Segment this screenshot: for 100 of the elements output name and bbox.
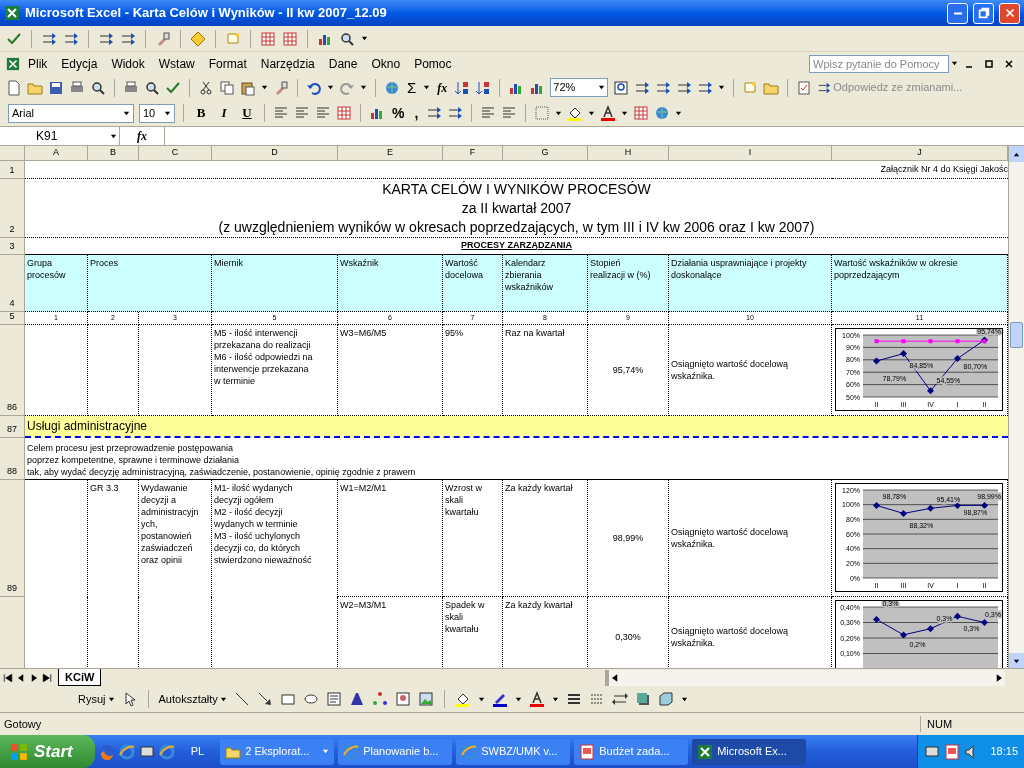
- row-header[interactable]: 1: [0, 161, 25, 179]
- close-icon[interactable]: [1003, 57, 1015, 70]
- grid-icon[interactable]: [260, 30, 276, 47]
- comma-button[interactable]: ,: [411, 102, 422, 124]
- oval-icon[interactable]: [302, 691, 319, 707]
- caret-icon[interactable]: [164, 109, 171, 117]
- row-header[interactable]: 4: [0, 255, 25, 312]
- font-field[interactable]: Arial: [8, 103, 134, 123]
- taskbar-button[interactable]: Planowanie b...: [338, 738, 453, 765]
- arrows-icon[interactable]: [98, 30, 114, 47]
- menu-item[interactable]: Narzędzia: [254, 54, 321, 73]
- caret-icon[interactable]: [598, 84, 606, 91]
- caret-icon[interactable]: [675, 109, 683, 117]
- row-header[interactable]: 87: [0, 416, 25, 438]
- close-button[interactable]: [999, 2, 1020, 24]
- grid-icon[interactable]: [282, 30, 298, 47]
- save-icon[interactable]: [48, 79, 64, 96]
- shadow-icon[interactable]: [634, 691, 651, 707]
- font-color-icon[interactable]: [600, 105, 617, 121]
- cut-icon[interactable]: [198, 79, 214, 96]
- menu-item[interactable]: Wstaw: [152, 54, 201, 73]
- fill-color-icon[interactable]: [567, 105, 584, 121]
- caret-icon[interactable]: [551, 695, 559, 703]
- indent-icon[interactable]: [501, 105, 518, 121]
- minimize-button[interactable]: [947, 2, 968, 24]
- menu-item[interactable]: Widok: [105, 54, 151, 73]
- row-header[interactable]: 89: [0, 480, 25, 597]
- arrow-icon[interactable]: [256, 691, 273, 707]
- sheet-tab[interactable]: KCiW: [58, 669, 102, 686]
- arrows-icon[interactable]: [63, 30, 79, 47]
- align-center-icon[interactable]: [294, 105, 310, 121]
- sort-icon[interactable]: [475, 79, 492, 96]
- caret-icon[interactable]: [110, 132, 117, 140]
- taskbar-button[interactable]: Microsoft Ex...: [692, 738, 807, 765]
- menu-item[interactable]: Dane: [322, 54, 364, 73]
- caret-icon[interactable]: [680, 695, 688, 703]
- italic-button[interactable]: I: [215, 103, 233, 123]
- taskbar-button[interactable]: Budżet zada...: [574, 738, 689, 765]
- arrows-icon[interactable]: [634, 79, 651, 96]
- column-header[interactable]: A: [25, 146, 88, 161]
- align-right-icon[interactable]: [315, 105, 331, 121]
- taskbar-button[interactable]: SWBZ/UMK v...: [456, 738, 571, 765]
- scroll-up-icon[interactable]: [1013, 150, 1020, 158]
- line-style-icon[interactable]: [565, 691, 582, 707]
- menu-item[interactable]: Pomoc: [408, 54, 458, 73]
- arrows-icon[interactable]: [120, 30, 136, 47]
- magnifier-icon[interactable]: [339, 30, 355, 47]
- caret-icon[interactable]: [477, 695, 485, 703]
- caret-icon[interactable]: [951, 60, 958, 67]
- clip-art-icon[interactable]: [394, 691, 411, 707]
- column-header[interactable]: B: [88, 146, 139, 161]
- caret-icon[interactable]: [261, 84, 268, 91]
- font-size-field[interactable]: 10: [139, 103, 175, 123]
- text-box-icon[interactable]: [325, 691, 342, 707]
- paste-icon[interactable]: [240, 79, 256, 96]
- caret-icon[interactable]: [423, 84, 431, 91]
- diagram-icon[interactable]: [371, 691, 388, 707]
- row-header[interactable]: 5: [0, 312, 25, 325]
- row-header[interactable]: 88: [0, 438, 25, 480]
- menu-item[interactable]: Edycja: [55, 54, 104, 73]
- globe-icon[interactable]: [384, 79, 400, 96]
- caret-icon[interactable]: [621, 109, 629, 117]
- image-icon[interactable]: [417, 691, 434, 707]
- column-header[interactable]: C: [139, 146, 212, 161]
- new-document-icon[interactable]: [6, 79, 22, 96]
- caret-icon[interactable]: [360, 84, 367, 91]
- rectangle-icon[interactable]: [279, 691, 296, 707]
- font-color-icon[interactable]: [528, 691, 545, 707]
- menu-item[interactable]: Format: [202, 54, 253, 73]
- help-search-field[interactable]: Wpisz pytanie do Pomocy: [809, 54, 949, 73]
- print-preview-icon[interactable]: [144, 79, 160, 96]
- help-icon[interactable]: [613, 79, 630, 96]
- column-header[interactable]: E: [338, 146, 443, 161]
- arrows-icon[interactable]: [655, 79, 672, 96]
- caret-icon[interactable]: [588, 109, 596, 117]
- restore-button[interactable]: [973, 2, 994, 24]
- browser-icon[interactable]: [118, 743, 135, 760]
- function-button[interactable]: fx: [435, 78, 450, 97]
- line-color-icon[interactable]: [491, 691, 508, 707]
- column-header[interactable]: H: [588, 146, 669, 161]
- column-header[interactable]: D: [212, 146, 338, 161]
- arrows-icon[interactable]: [41, 30, 57, 47]
- column-header[interactable]: J: [832, 146, 1008, 161]
- column-header[interactable]: I: [669, 146, 832, 161]
- bold-button[interactable]: B: [192, 103, 210, 123]
- fill-color-icon[interactable]: [454, 691, 471, 707]
- browser-icon[interactable]: [158, 743, 175, 760]
- print-preview-icon[interactable]: [90, 79, 106, 96]
- edit-icon[interactable]: [796, 79, 813, 96]
- caret-icon[interactable]: [718, 84, 726, 91]
- autoshapes-menu-button[interactable]: Autokształty: [158, 690, 227, 708]
- row-header[interactable]: 3: [0, 238, 25, 255]
- sum-button[interactable]: Σ: [405, 80, 419, 95]
- name-box[interactable]: K91: [0, 127, 120, 145]
- arrows-icon[interactable]: [697, 79, 714, 96]
- row-header[interactable]: 86: [0, 325, 25, 416]
- zoom-field[interactable]: 72%: [550, 78, 609, 97]
- first-sheet-icon[interactable]: [2, 671, 14, 684]
- caret-icon[interactable]: [327, 84, 334, 91]
- copy-icon[interactable]: [219, 79, 235, 96]
